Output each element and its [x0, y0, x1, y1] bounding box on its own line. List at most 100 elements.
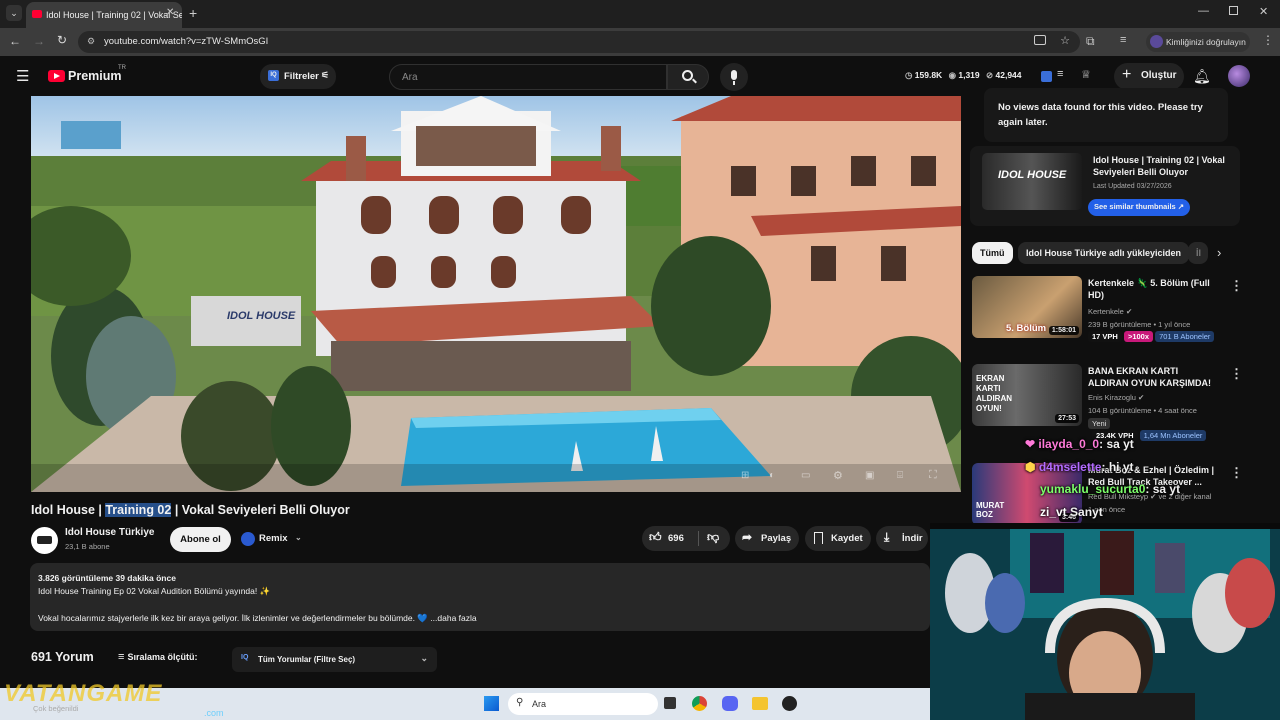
site-info-icon[interactable]: ⚙ [87, 36, 95, 47]
tab-list-icon[interactable]: ⌄ [6, 5, 22, 21]
chat-text: Sanyt [1070, 505, 1103, 519]
chat-user: yumaklu_sucurta0 [1040, 482, 1146, 496]
download-button[interactable]: ⤓ İndir [876, 526, 928, 551]
close-window-button[interactable]: ✕ [1259, 5, 1268, 18]
thumbnail-logo-text: IDOL HOUSE [998, 169, 1067, 181]
task-view-icon[interactable] [664, 697, 676, 709]
like-dislike-group: 👍︎ 696 👎︎ [642, 526, 730, 551]
subscribe-button[interactable]: Abone ol [170, 527, 231, 552]
channel-logo-icon [37, 536, 52, 544]
related-video-1[interactable]: 5. Bölüm 1:58:01 Kertenkele 🦎 5. Bölüm (… [970, 276, 1250, 356]
video-title: Kertenkele 🦎 5. Bölüm (Full HD) [1088, 278, 1210, 300]
notifications-bell-icon[interactable]: 🔔︎ [1193, 68, 1211, 85]
thumbnail-card-updated: Last Updated 03/27/2026 [1093, 183, 1172, 190]
chip-uploader[interactable]: Idol House Türkiye adlı yükleyiciden [1018, 242, 1190, 264]
voice-search-button[interactable] [720, 63, 748, 91]
cast-icon[interactable]: ⌹ [897, 470, 903, 481]
windows-start-icon[interactable] [484, 696, 499, 711]
chat-heart-icon: ❤ [1025, 437, 1039, 451]
download-label: İndir [902, 533, 923, 544]
back-arrow-icon[interactable]: ← [9, 34, 21, 48]
save-label: Kaydet [831, 533, 863, 544]
autoplay-icon[interactable]: ⊞ [741, 470, 749, 481]
youtube-logo[interactable]: Premium TR [48, 65, 128, 86]
verify-identity-button[interactable]: Kimliğinizi doğrulayın [1146, 32, 1250, 52]
search-input[interactable]: Ara [389, 64, 667, 90]
discord-icon[interactable] [722, 696, 738, 711]
bookmark-star-icon[interactable]: ☆ [1060, 34, 1070, 47]
save-button[interactable]: Kaydet [805, 526, 871, 551]
miniplayer-icon[interactable]: ▣ [865, 470, 874, 481]
youtube-play-triangle-icon [54, 73, 60, 79]
hamburger-menu-icon[interactable]: ☰ [16, 67, 29, 85]
chat-text: : sa yt [1099, 437, 1134, 451]
remix-label: Remix [259, 533, 288, 544]
dislike-button[interactable]: 👎︎ [700, 526, 730, 551]
video-meta: 104 B görüntüleme • 4 saat önce [1088, 406, 1197, 415]
search-button[interactable] [667, 64, 709, 90]
browser-menu-icon[interactable]: ⋮ [1262, 33, 1274, 47]
video-player[interactable]: IDOL HOUSE ⊞ ◐ ▭ ⚙ ▣ ⌹ ⛶ [31, 96, 961, 492]
webcam-frame [930, 523, 1280, 720]
video-thumbnail[interactable]: 5. Bölüm 1:58:01 [972, 276, 1082, 338]
filters-button[interactable]: IQ Filtreler ⚟ [260, 64, 336, 89]
chrome-icon[interactable] [692, 696, 707, 711]
extension-badge-icon[interactable] [1041, 71, 1052, 82]
similar-thumbnail-image[interactable]: IDOL HOUSE [982, 153, 1082, 210]
share-button[interactable]: ➦ Paylaş [735, 526, 799, 551]
description-line-2: Vokal hocalarımız stajyerlerle ilk kez b… [38, 613, 477, 623]
account-avatar[interactable] [1228, 65, 1250, 87]
subtitles-icon[interactable]: ▭ [801, 470, 810, 481]
channel-name[interactable]: Idol House Türkiye [65, 527, 154, 538]
video-frame [31, 96, 961, 492]
maximize-button[interactable] [1229, 6, 1238, 15]
chip-all[interactable]: Tümü [972, 242, 1013, 264]
related-video-2[interactable]: EKRAN KARTI ALDIRAN OYUN! 27:53 BANA EKR… [970, 364, 1250, 444]
trophy-icon[interactable]: ♕ [1081, 68, 1091, 81]
video-description[interactable]: 3.826 görüntüleme 39 dakika önce Idol Ho… [30, 563, 930, 631]
filter-iq-icon: IQ [241, 654, 249, 661]
file-explorer-icon[interactable] [752, 697, 768, 710]
like-button[interactable]: 👍︎ 696 [642, 526, 698, 551]
thumbs-up-icon: 👍︎ [649, 530, 662, 544]
see-similar-thumbnails-button[interactable]: See similar thumbnails ↗ [1088, 199, 1191, 216]
settings-gear-icon[interactable]: ⚙ [833, 469, 843, 482]
new-tab-button[interactable]: + [189, 5, 197, 21]
pause-toggle-icon[interactable]: ◐ [769, 470, 775, 481]
video-vph-row: 17 VPH >100x 701 B Aboneler [1088, 331, 1215, 342]
browser-tab-active[interactable]: Idol House | Training 02 | Vokal Sev... [26, 2, 182, 28]
taskbar-search-input[interactable]: ⚲ Ara [508, 693, 658, 715]
minimize-button[interactable]: — [1198, 5, 1209, 17]
channel-avatar[interactable] [31, 527, 58, 554]
install-icon[interactable] [1034, 35, 1046, 45]
more-options-icon[interactable]: ⋮ [1230, 366, 1243, 382]
address-bar[interactable]: ⚙ youtube.com/watch?v=zTW-SMmOsGI ☆ [78, 31, 1080, 53]
filters-label: Filtreler [284, 71, 319, 82]
list-icon[interactable]: ≡ [1057, 68, 1063, 80]
chip-scroll-right-icon[interactable]: › [1217, 245, 1221, 260]
remix-button[interactable]: Remix ⌄ [238, 527, 308, 552]
comment-filter-select[interactable]: IQ Tüm Yorumlar (Filtre Seç) ⌄ [232, 647, 437, 672]
chevron-down-icon: ⌄ [295, 533, 302, 542]
extension-iq-icon: IQ [268, 70, 279, 81]
app-icon[interactable] [782, 696, 797, 711]
extensions-icon[interactable]: ⧉ [1086, 34, 1095, 49]
sort-label: Sıralama ölçütü: [127, 652, 198, 662]
create-button[interactable]: + Oluştur [1114, 63, 1184, 90]
video-thumbnail[interactable]: EKRAN KARTI ALDIRAN OYUN! 27:53 [972, 364, 1082, 426]
more-options-icon[interactable]: ⋮ [1230, 465, 1243, 481]
more-options-icon[interactable]: ⋮ [1230, 278, 1243, 294]
watermark-logo: VATANGAME .com [4, 680, 224, 718]
reload-icon[interactable]: ↻ [57, 33, 67, 47]
tab-close-icon[interactable]: ✕ [166, 7, 174, 18]
media-icon[interactable]: ≡ [1120, 34, 1126, 46]
watermark-text: VATANGAME [4, 680, 163, 707]
sort-button[interactable]: ≡ Sıralama ölçütü: [118, 651, 198, 663]
forward-arrow-icon[interactable]: → [33, 34, 45, 48]
fullscreen-icon[interactable]: ⛶ [929, 469, 937, 482]
share-label: Paylaş [761, 533, 792, 544]
comment-filter-label: Tüm Yorumlar (Filtre Seç) [258, 655, 356, 664]
streamer-webcam [930, 523, 1280, 720]
thumbnail-overlay-text: EKRAN KARTI ALDIRAN OYUN! [976, 374, 1012, 413]
chip-related[interactable]: İl [1188, 242, 1208, 264]
